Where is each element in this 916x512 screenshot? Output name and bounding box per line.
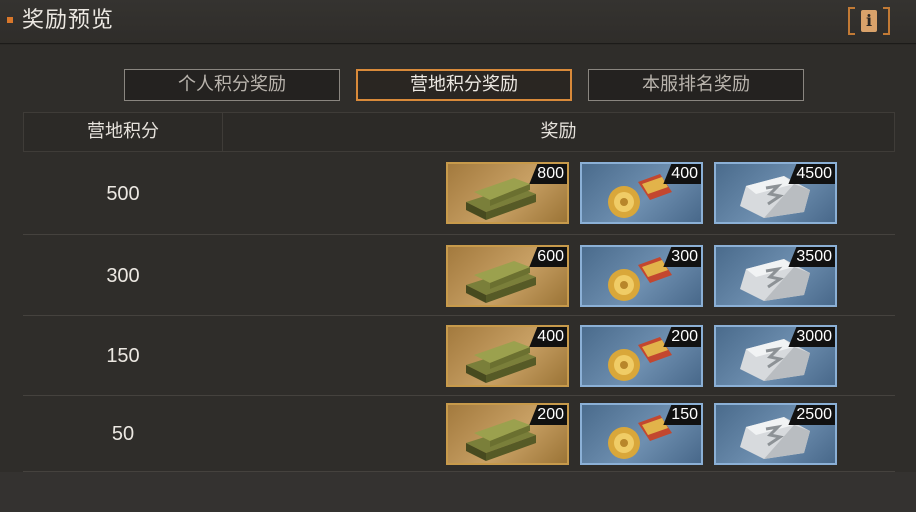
reward-item-silver-ore[interactable]: 4500	[714, 162, 837, 224]
header-reward: 奖励	[540, 121, 577, 142]
table-row: 150 400 200 3000	[23, 316, 895, 396]
table-row: 500 800 400 4500	[23, 153, 895, 235]
bottom-strip	[0, 472, 916, 512]
camp-score-value: 500	[106, 183, 140, 205]
table-row: 300 600 300 3500	[23, 236, 895, 316]
reward-item-silver-ore[interactable]: 3500	[714, 245, 837, 307]
page-title: 奖励预览	[22, 8, 115, 33]
tab-camp-score-reward[interactable]: 营地积分奖励	[356, 69, 572, 101]
reward-quantity: 200	[529, 405, 567, 425]
camp-score-value: 50	[111, 423, 135, 445]
reward-item-medal[interactable]: 400	[580, 162, 703, 224]
reward-item-medal[interactable]: 300	[580, 245, 703, 307]
reward-item-medal[interactable]: 150	[580, 403, 703, 465]
reward-item-medal[interactable]: 200	[580, 325, 703, 387]
reward-item-silver-ore[interactable]: 2500	[714, 403, 837, 465]
reward-item-gold-bars[interactable]: 400	[446, 325, 569, 387]
reward-quantity: 3000	[788, 327, 835, 347]
info-button[interactable]: i	[848, 7, 890, 35]
reward-quantity: 400	[529, 327, 567, 347]
title-accent-mark	[7, 17, 13, 23]
reward-quantity: 2500	[788, 405, 835, 425]
title-bar: 奖励预览 i	[0, 0, 916, 44]
reward-quantity: 200	[663, 327, 701, 347]
table-row: 50 200 150 2500	[23, 396, 895, 472]
info-icon: i	[861, 10, 877, 32]
reward-quantity: 3500	[788, 247, 835, 267]
tab-server-rank-reward[interactable]: 本服排名奖励	[588, 69, 804, 101]
reward-quantity: 150	[663, 405, 701, 425]
camp-score-value: 150	[106, 345, 140, 367]
bracket-left	[848, 7, 855, 35]
reward-item-gold-bars[interactable]: 200	[446, 403, 569, 465]
reward-quantity: 400	[663, 164, 701, 184]
reward-item-gold-bars[interactable]: 800	[446, 162, 569, 224]
header-camp-score: 营地积分	[24, 113, 223, 151]
tab-personal-score-reward[interactable]: 个人积分奖励	[124, 69, 340, 101]
reward-quantity: 800	[529, 164, 567, 184]
reward-item-gold-bars[interactable]: 600	[446, 245, 569, 307]
reward-quantity: 4500	[788, 164, 835, 184]
reward-quantity: 600	[529, 247, 567, 267]
camp-score-value: 300	[106, 265, 140, 287]
reward-item-silver-ore[interactable]: 3000	[714, 325, 837, 387]
table-header: 营地积分 奖励	[23, 112, 895, 152]
reward-quantity: 300	[663, 247, 701, 267]
bracket-right	[883, 7, 890, 35]
